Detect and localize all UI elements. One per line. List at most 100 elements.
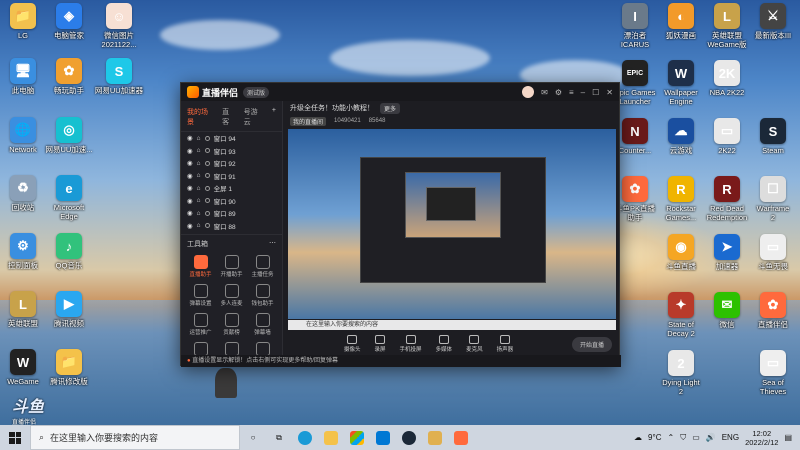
weather-icon[interactable]: ☁ (634, 433, 642, 442)
app-titlebar[interactable]: 直播伴侣 测试版 ✉ ⚙ ≡ – ☐ ✕ (181, 83, 619, 101)
lock-icon[interactable]: ⌂ (197, 197, 201, 204)
desktop-icon[interactable]: ◉ 斗鱼直播 (650, 234, 712, 271)
desktop-icon[interactable]: S Steam (742, 118, 800, 155)
start-live-button[interactable]: 开始直播 (571, 336, 612, 352)
desktop-icon[interactable]: ✿ 直播伴侣 (742, 292, 800, 329)
game-icon[interactable] (422, 425, 448, 450)
desktop-icon[interactable]: e Microsoft Edge (38, 175, 100, 221)
desktop-icon[interactable]: 📁 腾讯修改版 (38, 349, 100, 386)
scene-radio[interactable] (204, 148, 210, 154)
network-icon[interactable]: ▭ (692, 433, 700, 442)
settings-icon[interactable]: ⚙ (555, 88, 562, 97)
notification-icon[interactable]: ▤ (784, 433, 792, 442)
desktop-icon[interactable]: ▭ 斗鱼无畏 (742, 234, 800, 271)
notice-more-button[interactable]: 更多 (380, 102, 401, 114)
control-button[interactable]: 麦克风 (466, 335, 483, 353)
scene-item[interactable]: ◉ ⌂ 窗口 91 (181, 170, 282, 183)
file-explorer-icon[interactable] (318, 425, 344, 450)
desktop-icon[interactable]: ☺ 微信图片 2021122... (88, 3, 150, 49)
desktop-icon[interactable]: 2K NBA 2K22 (696, 60, 758, 97)
volume-icon[interactable]: 🔊 (706, 433, 716, 442)
add-scene-icon[interactable]: + (272, 107, 276, 127)
clock[interactable]: 12:02 2022/2/12 (745, 429, 778, 447)
taskbar-search[interactable]: ⌕ 在这里输入你要搜索的内容 (30, 425, 240, 450)
control-button[interactable]: 扬声器 (497, 335, 513, 353)
toolbox-item[interactable]: 贡献榜 (216, 311, 247, 336)
edge-icon[interactable] (292, 425, 318, 450)
toolbox-item[interactable]: 直播助手 (185, 253, 216, 278)
control-button[interactable]: 录屏 (375, 335, 386, 353)
visibility-icon[interactable]: ◉ (187, 209, 193, 217)
tab-3[interactable]: 号游云 (244, 107, 264, 127)
store-icon[interactable] (344, 425, 370, 450)
mail-icon[interactable] (370, 425, 396, 450)
visibility-icon[interactable]: ◉ (187, 172, 193, 180)
control-button[interactable]: 多媒体 (436, 335, 452, 353)
steam-icon[interactable] (396, 425, 422, 450)
toolbox-more-icon[interactable]: ⋯ (269, 239, 276, 249)
avatar[interactable] (522, 86, 535, 98)
desktop-icon[interactable]: ♪ QQ音乐 (38, 233, 100, 270)
desktop-icon[interactable]: ☐ Warframe 2 (742, 176, 800, 222)
desktop-icon[interactable]: ▶ 腾讯视频 (38, 291, 100, 328)
lock-icon[interactable]: ⌂ (197, 135, 201, 142)
live-companion-window[interactable]: 直播伴侣 测试版 ✉ ⚙ ≡ – ☐ ✕ 我的场景 直客 号游云 + ◉ ⌂ 窗口 … (180, 82, 621, 367)
toolbox-item[interactable]: 多人连麦 (216, 282, 247, 307)
desktop-icon[interactable]: 2 Dying Light 2 (650, 350, 712, 396)
visibility-icon[interactable]: ◉ (187, 147, 193, 155)
tray-chevron-icon[interactable]: ⌃ (667, 433, 674, 442)
control-button[interactable]: 手机投屏 (400, 335, 422, 353)
minimize-icon[interactable]: – (581, 88, 585, 97)
menu-icon[interactable]: ≡ (569, 88, 574, 97)
lock-icon[interactable]: ⌂ (197, 210, 201, 217)
scene-radio[interactable] (204, 135, 210, 141)
live-companion-icon[interactable] (448, 425, 474, 450)
visibility-icon[interactable]: ◉ (187, 159, 193, 167)
visibility-icon[interactable]: ◉ (187, 222, 193, 230)
weather-temp[interactable]: 9°C (648, 433, 661, 442)
start-button[interactable] (0, 425, 30, 450)
task-view-icon[interactable]: ⧉ (266, 425, 292, 450)
desktop-icon[interactable]: ▭ Sea of Thieves (742, 350, 800, 396)
scene-item[interactable]: ◉ ⌂ 窗口 90 (181, 195, 282, 208)
desktop-icon[interactable]: ◎ 网易UU加速... (38, 117, 100, 154)
lock-icon[interactable]: ⌂ (197, 222, 201, 229)
scene-radio[interactable] (204, 160, 210, 166)
stream-preview[interactable] (288, 129, 616, 319)
scene-item[interactable]: ◉ ⌂ 窗口 94 (181, 132, 282, 145)
visibility-icon[interactable]: ◉ (187, 134, 193, 142)
control-button[interactable]: 摄像头 (344, 335, 361, 353)
toolbox-item[interactable]: 主播任务 (247, 253, 278, 278)
lock-icon[interactable]: ⌂ (197, 160, 201, 167)
close-icon[interactable]: ✕ (606, 88, 613, 97)
scene-item[interactable]: ◉ ⌂ 窗口 93 (181, 145, 282, 158)
lock-icon[interactable]: ⌂ (197, 172, 201, 179)
scene-radio[interactable] (204, 173, 210, 179)
desktop-icon[interactable]: S 网易UU加速器 (88, 58, 150, 95)
tab-my-scenes[interactable]: 我的场景 (187, 107, 214, 127)
input-language[interactable]: ENG (722, 433, 739, 442)
my-room-tag[interactable]: 我的直播间 (290, 116, 327, 126)
lock-icon[interactable]: ⌂ (197, 185, 201, 192)
cortana-icon[interactable]: ○ (240, 425, 266, 450)
toolbox-item[interactable]: 弹幕墙 (247, 311, 278, 336)
lock-icon[interactable]: ⌂ (197, 147, 201, 154)
toolbox-item[interactable]: 运营推广 (185, 311, 216, 336)
visibility-icon[interactable]: ◉ (187, 184, 193, 192)
scene-item[interactable]: ◉ ⌂ 窗口 89 (181, 207, 282, 220)
scene-radio[interactable] (204, 185, 210, 191)
tab-2[interactable]: 直客 (222, 107, 236, 127)
message-icon[interactable]: ✉ (541, 88, 548, 97)
toolbox-item[interactable]: 开播助手 (216, 253, 247, 278)
scene-item[interactable]: ◉ ⌂ 全屏 1 (181, 182, 282, 195)
scene-radio[interactable] (204, 210, 210, 216)
scene-item[interactable]: ◉ ⌂ 窗口 92 (181, 157, 282, 170)
maximize-icon[interactable]: ☐ (592, 88, 599, 97)
scene-radio[interactable] (204, 198, 210, 204)
toolbox-item[interactable]: 钱包助手 (247, 282, 278, 307)
visibility-icon[interactable]: ◉ (187, 197, 193, 205)
desktop-icon[interactable]: ⚔ 最新版本III (742, 3, 800, 40)
scene-item[interactable]: ◉ ⌂ 窗口 88 (181, 220, 282, 233)
toolbox-item[interactable]: 弹幕设置 (185, 282, 216, 307)
shield-icon[interactable]: ⛉ (680, 433, 686, 443)
